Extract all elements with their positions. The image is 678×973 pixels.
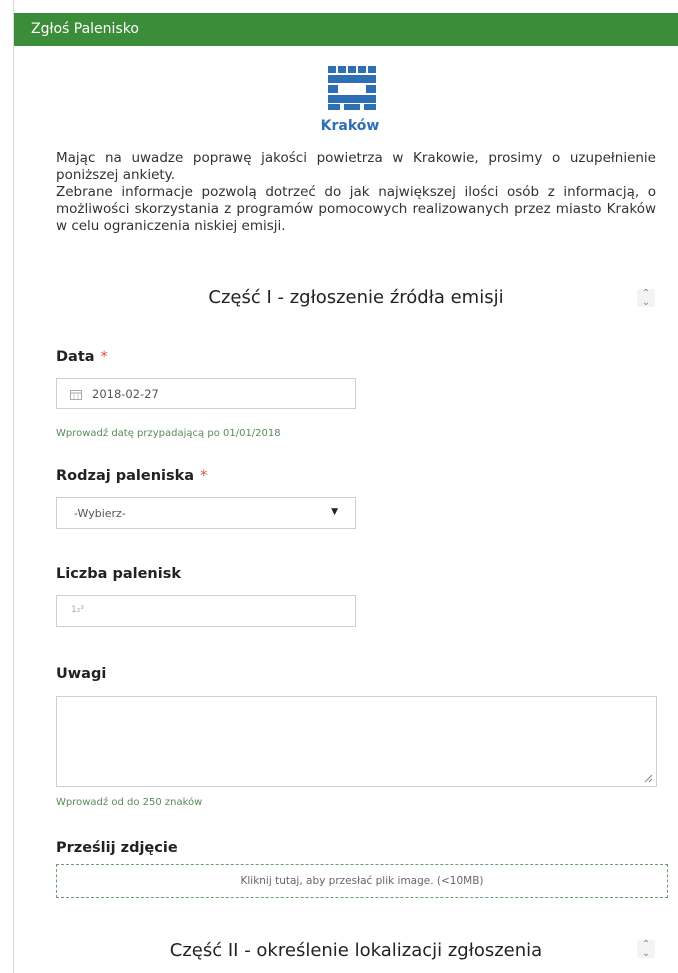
form-title: Zgłoś Palenisko	[31, 21, 139, 37]
krakow-logo-icon	[328, 66, 376, 110]
section-1-title: Część I - zgłoszenie źródła emisji	[208, 287, 504, 308]
photo-label: Prześlij zdjęcie	[56, 840, 178, 856]
date-label-text: Data	[56, 349, 95, 365]
notes-label: Uwagi	[56, 666, 107, 682]
date-value: 2018-02-27	[92, 387, 159, 401]
hearth-type-label: Rodzaj paleniska *	[56, 468, 207, 484]
notes-textarea[interactable]	[56, 696, 657, 787]
number-icon: 1₂³	[71, 605, 84, 615]
section-1-collapse-icon[interactable]: ⌃ ⌄	[637, 289, 655, 308]
photo-upload-area[interactable]: Kliknij tutaj, aby przesłać plik image. …	[56, 864, 668, 898]
survey-form: Zgłoś Palenisko Kraków Mając na uwadze p…	[13, 0, 678, 973]
hearth-count-label: Liczba palenisk	[56, 566, 181, 582]
date-hint: Wprowadź datę przypadającą po 01/01/2018	[56, 428, 281, 439]
date-label: Data *	[56, 349, 108, 365]
hearth-type-selected: -Wybierz-	[74, 507, 126, 520]
hearth-type-select[interactable]: -Wybierz- ▼	[56, 497, 356, 529]
intro-paragraph-1: Mając na uwadze poprawę jakości powietrz…	[56, 150, 656, 183]
date-required-mark: *	[100, 349, 108, 365]
hearth-count-input[interactable]: 1₂³	[56, 595, 356, 627]
hearth-type-label-text: Rodzaj paleniska	[56, 468, 195, 484]
section-2-collapse-icon[interactable]: ⌃ ⌄	[637, 940, 655, 959]
form-header: Zgłoś Palenisko	[14, 13, 678, 46]
resize-handle-icon[interactable]	[644, 774, 653, 783]
intro-text: Mając na uwadze poprawę jakości powietrz…	[56, 150, 656, 235]
intro-paragraph-2: Zebrane informacje pozwolą dotrzeć do ja…	[56, 184, 656, 234]
calendar-icon	[70, 390, 82, 400]
section-2-title: Część II - określenie lokalizacji zgłosz…	[169, 940, 543, 961]
date-input[interactable]: 2018-02-27	[56, 378, 356, 409]
chevron-down-icon: ▼	[331, 507, 338, 517]
city-name: Kraków	[320, 118, 380, 134]
hearth-type-required-mark: *	[200, 468, 208, 484]
upload-text: Kliknij tutaj, aby przesłać plik image. …	[240, 875, 484, 887]
notes-hint: Wprowadź od do 250 znaków	[56, 797, 203, 808]
